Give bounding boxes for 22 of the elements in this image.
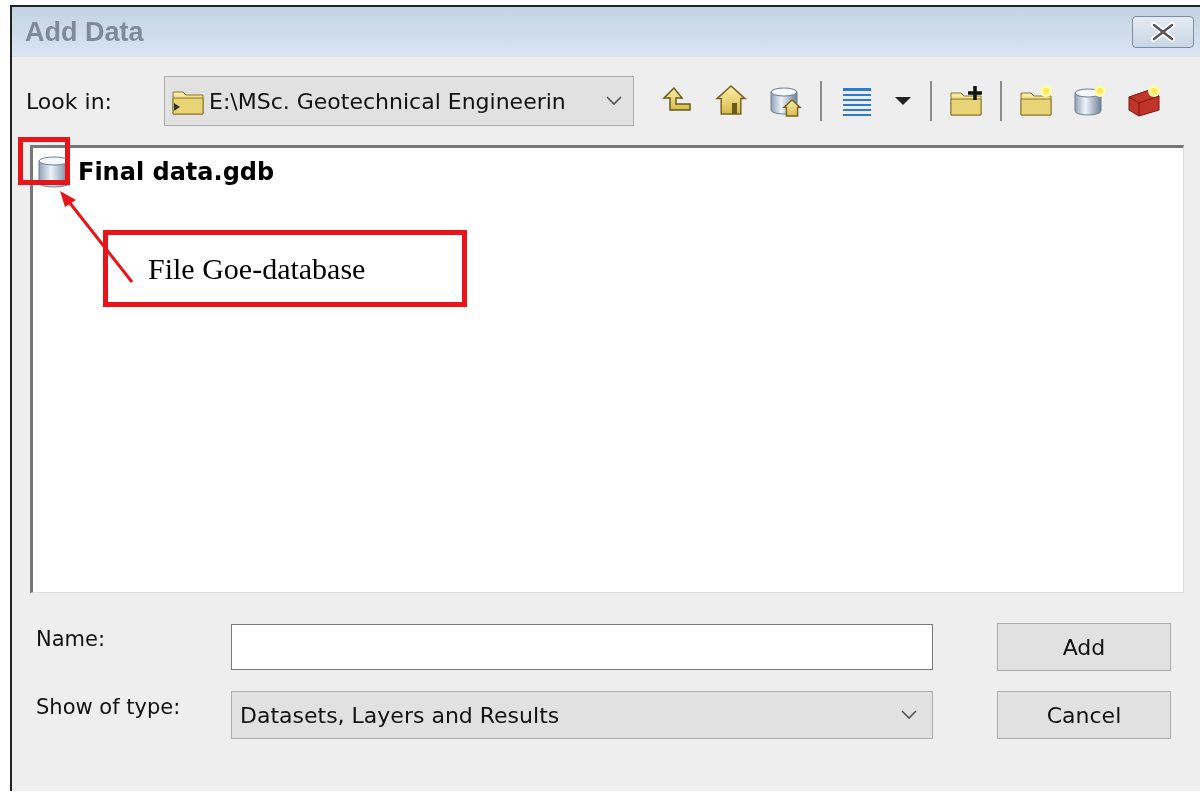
chevron-down-icon <box>605 95 623 107</box>
home-database-icon <box>768 84 804 118</box>
type-dropdown[interactable]: Datasets, Layers and Results <box>231 691 933 739</box>
type-label: Show of type: <box>36 694 182 719</box>
look-in-label: Look in: <box>26 88 113 114</box>
new-folder-icon <box>1018 84 1054 118</box>
add-button[interactable]: Add <box>997 623 1171 671</box>
look-in-dropdown[interactable]: E:\MSc. Geotechnical Engineerin <box>164 76 634 126</box>
cancel-button[interactable]: Cancel <box>997 691 1171 739</box>
toolbox-icon <box>1126 84 1162 118</box>
new-database-icon <box>1072 84 1108 118</box>
callout-label: File Goe-database <box>103 230 467 307</box>
name-label: Name: <box>36 626 107 651</box>
folder-connect-icon <box>948 84 984 118</box>
name-input-field[interactable] <box>231 624 933 670</box>
highlight-frame <box>18 137 70 185</box>
close-button[interactable] <box>1132 16 1194 48</box>
caret-icon <box>894 96 912 106</box>
chevron-down-icon <box>900 709 918 721</box>
file-list-item[interactable]: Final data.gdb <box>36 154 275 190</box>
close-icon <box>1148 21 1178 43</box>
window-title: Add Data <box>25 16 144 48</box>
